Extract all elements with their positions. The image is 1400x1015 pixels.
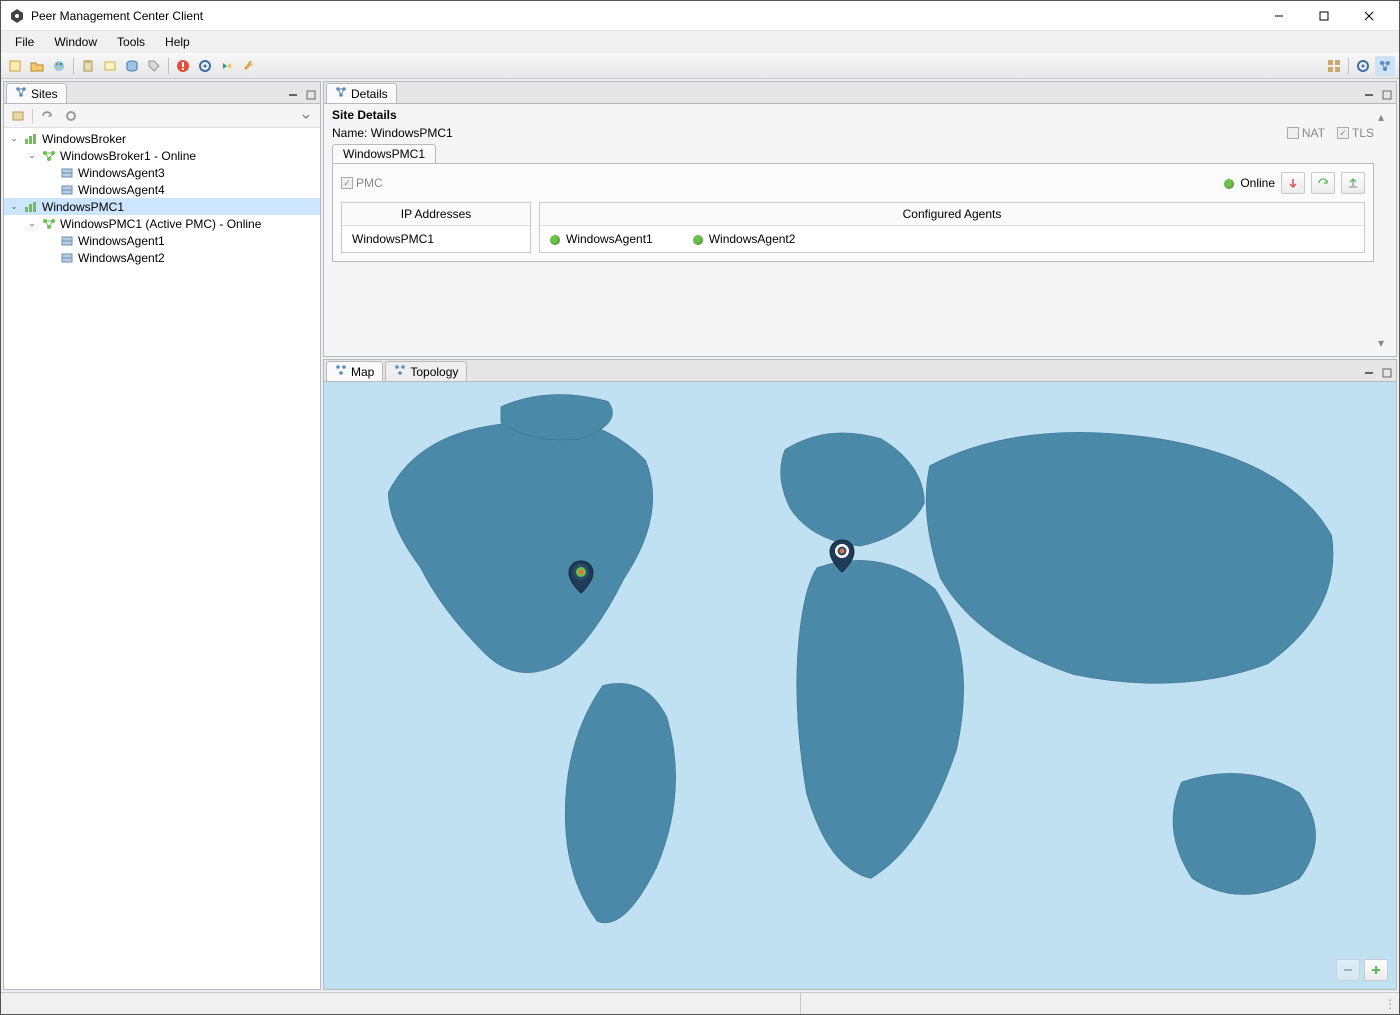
window-title: Peer Management Center Client	[31, 9, 1256, 23]
configured-agents-box: Configured Agents WindowsAgent1 WindowsA…	[539, 202, 1365, 253]
server-icon	[59, 183, 75, 197]
refresh-icon[interactable]	[37, 106, 57, 126]
tree-node[interactable]: WindowsAgent1	[4, 232, 320, 249]
details-minimize-icon[interactable]	[1361, 87, 1377, 103]
open-folder-icon[interactable]	[27, 56, 47, 76]
map-pin[interactable]	[568, 560, 594, 597]
refresh-button[interactable]	[1311, 172, 1335, 194]
sites-toolbar	[4, 104, 320, 128]
server-icon	[59, 166, 75, 180]
maximize-view-icon[interactable]	[303, 87, 319, 103]
agent-item: WindowsAgent1	[550, 232, 653, 246]
name-value: WindowsPMC1	[371, 126, 453, 140]
menu-file[interactable]: File	[5, 33, 44, 51]
palette-icon[interactable]	[49, 56, 69, 76]
stop-button[interactable]	[1281, 172, 1305, 194]
ip-item: WindowsPMC1	[352, 232, 434, 246]
map-pin[interactable]	[829, 539, 855, 576]
sites-tab-label: Sites	[31, 87, 58, 101]
database-icon[interactable]	[122, 56, 142, 76]
agent-item: WindowsAgent2	[693, 232, 796, 246]
maximize-button[interactable]	[1301, 1, 1346, 31]
server-icon	[59, 234, 75, 248]
world-map[interactable]	[324, 382, 1396, 989]
title-bar: Peer Management Center Client	[1, 1, 1399, 31]
tree-node[interactable]: ⌄WindowsPMC1	[4, 198, 320, 215]
net-icon	[41, 149, 57, 163]
nat-checkbox[interactable]: NAT	[1287, 126, 1325, 140]
map-maximize-icon[interactable]	[1379, 365, 1395, 381]
settings-gear-icon[interactable]	[1353, 56, 1373, 76]
chart-icon	[23, 200, 39, 214]
details-scrollbar[interactable]: ▴▾	[1374, 108, 1388, 352]
topology-tab[interactable]: Topology	[385, 361, 467, 381]
sites-toolbar-icon[interactable]	[1375, 56, 1395, 76]
close-button[interactable]	[1346, 1, 1391, 31]
ip-box-title: IP Addresses	[342, 203, 530, 226]
sites-panel: Sites ⌄WindowsBroker⌄WindowsBroker1 - On…	[3, 81, 321, 990]
menu-bar: File Window Tools Help	[1, 31, 1399, 53]
map-panel: Map Topology	[323, 359, 1397, 990]
details-tab[interactable]: Details	[326, 83, 397, 103]
alert-icon[interactable]	[173, 56, 193, 76]
tree-node[interactable]: ⌄WindowsBroker1 - Online	[4, 147, 320, 164]
pmc-checkbox[interactable]: ✓PMC	[341, 176, 383, 190]
status-dot-icon	[1224, 179, 1234, 189]
tree-node[interactable]: WindowsAgent3	[4, 164, 320, 181]
status-bar: ⋮	[1, 992, 1399, 1014]
gear-icon[interactable]	[195, 56, 215, 76]
inner-tab[interactable]: WindowsPMC1	[332, 144, 436, 164]
map-tab[interactable]: Map	[326, 361, 383, 381]
tree-node[interactable]: WindowsAgent4	[4, 181, 320, 198]
tree-node[interactable]: WindowsAgent2	[4, 249, 320, 266]
perspective-icon[interactable]	[1324, 56, 1344, 76]
tls-checkbox[interactable]: ✓TLS	[1337, 126, 1374, 140]
main-toolbar	[1, 53, 1399, 79]
sites-tab[interactable]: Sites	[6, 83, 67, 103]
chart-icon	[23, 132, 39, 146]
details-panel: Details Site Details Name: WindowsPMC1 N…	[323, 81, 1397, 357]
export-button[interactable]	[1341, 172, 1365, 194]
details-maximize-icon[interactable]	[1379, 87, 1395, 103]
tree-node[interactable]: ⌄WindowsPMC1 (Active PMC) - Online	[4, 215, 320, 232]
menu-help[interactable]: Help	[155, 33, 200, 51]
status-text: Online	[1240, 176, 1275, 190]
agents-box-title: Configured Agents	[540, 203, 1364, 226]
topology-tab-label: Topology	[410, 365, 458, 379]
zoom-out-button[interactable]	[1336, 959, 1360, 981]
zoom-in-button[interactable]	[1364, 959, 1388, 981]
app-icon	[9, 8, 25, 24]
server-icon	[59, 251, 75, 265]
minimize-view-icon[interactable]	[285, 87, 301, 103]
clipboard-icon[interactable]	[78, 56, 98, 76]
resize-grip-icon[interactable]: ⋮	[1381, 997, 1399, 1011]
wrench-icon[interactable]	[239, 56, 259, 76]
tree-gear-icon[interactable]	[61, 106, 81, 126]
sites-tree[interactable]: ⌄WindowsBroker⌄WindowsBroker1 - OnlineWi…	[4, 128, 320, 989]
name-label: Name:	[332, 126, 367, 140]
sites-icon	[15, 86, 27, 101]
details-icon	[335, 86, 347, 101]
map-tab-label: Map	[351, 365, 374, 379]
menu-window[interactable]: Window	[44, 33, 107, 51]
view-menu-icon[interactable]	[296, 106, 316, 126]
topology-tab-icon	[394, 364, 406, 379]
site-details-heading: Site Details	[332, 108, 1374, 122]
menu-tools[interactable]: Tools	[107, 33, 155, 51]
tree-node[interactable]: ⌄WindowsBroker	[4, 130, 320, 147]
details-tab-label: Details	[351, 87, 388, 101]
new-icon[interactable]	[5, 56, 25, 76]
workspace: Sites ⌄WindowsBroker⌄WindowsBroker1 - On…	[1, 79, 1399, 992]
map-minimize-icon[interactable]	[1361, 365, 1377, 381]
filter-icon[interactable]	[8, 106, 28, 126]
arrows-icon[interactable]	[217, 56, 237, 76]
minimize-button[interactable]	[1256, 1, 1301, 31]
ip-addresses-box: IP Addresses WindowsPMC1	[341, 202, 531, 253]
net-icon	[41, 217, 57, 231]
tag-icon[interactable]	[144, 56, 164, 76]
note-icon[interactable]	[100, 56, 120, 76]
map-tab-icon	[335, 364, 347, 379]
